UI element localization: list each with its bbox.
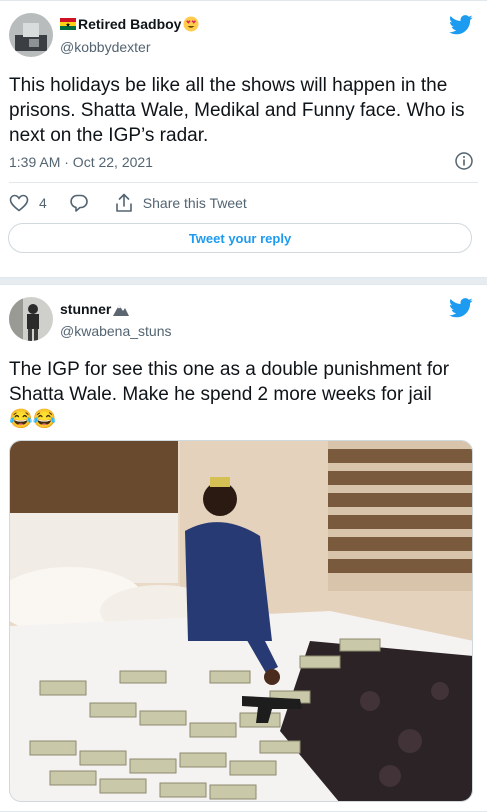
display-name-text: stunner — [60, 301, 112, 317]
action-bar: 4 Share this Tweet — [9, 191, 247, 215]
twitter-bird-icon[interactable] — [449, 298, 473, 318]
divider — [9, 182, 478, 183]
reply-bubble-icon — [70, 194, 88, 212]
tweet-text: This holidays be like all the shows will… — [9, 75, 465, 146]
avatar[interactable] — [9, 297, 53, 341]
tweet-card-retired-badboy[interactable]: Retired Badboy @kobbydexter This holiday… — [0, 0, 487, 278]
reply-button[interactable] — [69, 193, 89, 213]
avatar[interactable] — [9, 13, 53, 57]
timestamp[interactable]: 1:39 AM · Oct 22, 2021 — [9, 154, 153, 170]
ghana-flag-icon — [60, 18, 76, 30]
mountain-emoji-icon — [113, 305, 130, 316]
display-name[interactable]: Retired Badboy — [60, 16, 199, 32]
reply-button-label: Tweet your reply — [188, 230, 292, 246]
heart-icon — [9, 194, 29, 212]
tweet-text-body: The IGP for see this one as a double pun… — [9, 359, 450, 405]
like-count: 4 — [39, 195, 47, 211]
like-button[interactable]: 4 — [9, 194, 47, 212]
tweet-photo[interactable] — [9, 440, 473, 802]
handle[interactable]: @kobbydexter — [60, 39, 150, 55]
share-upload-icon — [115, 193, 132, 212]
display-name-text: Retired Badboy — [78, 16, 182, 32]
tweet-your-reply-button[interactable]: Tweet your reply — [8, 223, 472, 253]
share-button[interactable]: Share this Tweet — [115, 193, 247, 213]
tweet-card-stunner[interactable]: stunner @kwabena_stuns The IGP for see t… — [0, 284, 487, 812]
info-icon[interactable] — [455, 152, 473, 170]
twitter-bird-icon[interactable] — [449, 15, 473, 35]
handle[interactable]: @kwabena_stuns — [60, 323, 172, 339]
laughing-emojis: 😂😂 — [9, 409, 57, 430]
heart-eyes-emoji-icon — [183, 16, 199, 32]
display-name[interactable]: stunner — [60, 301, 130, 317]
share-label: Share this Tweet — [142, 195, 247, 211]
tweet-text: The IGP for see this one as a double pun… — [9, 357, 479, 432]
